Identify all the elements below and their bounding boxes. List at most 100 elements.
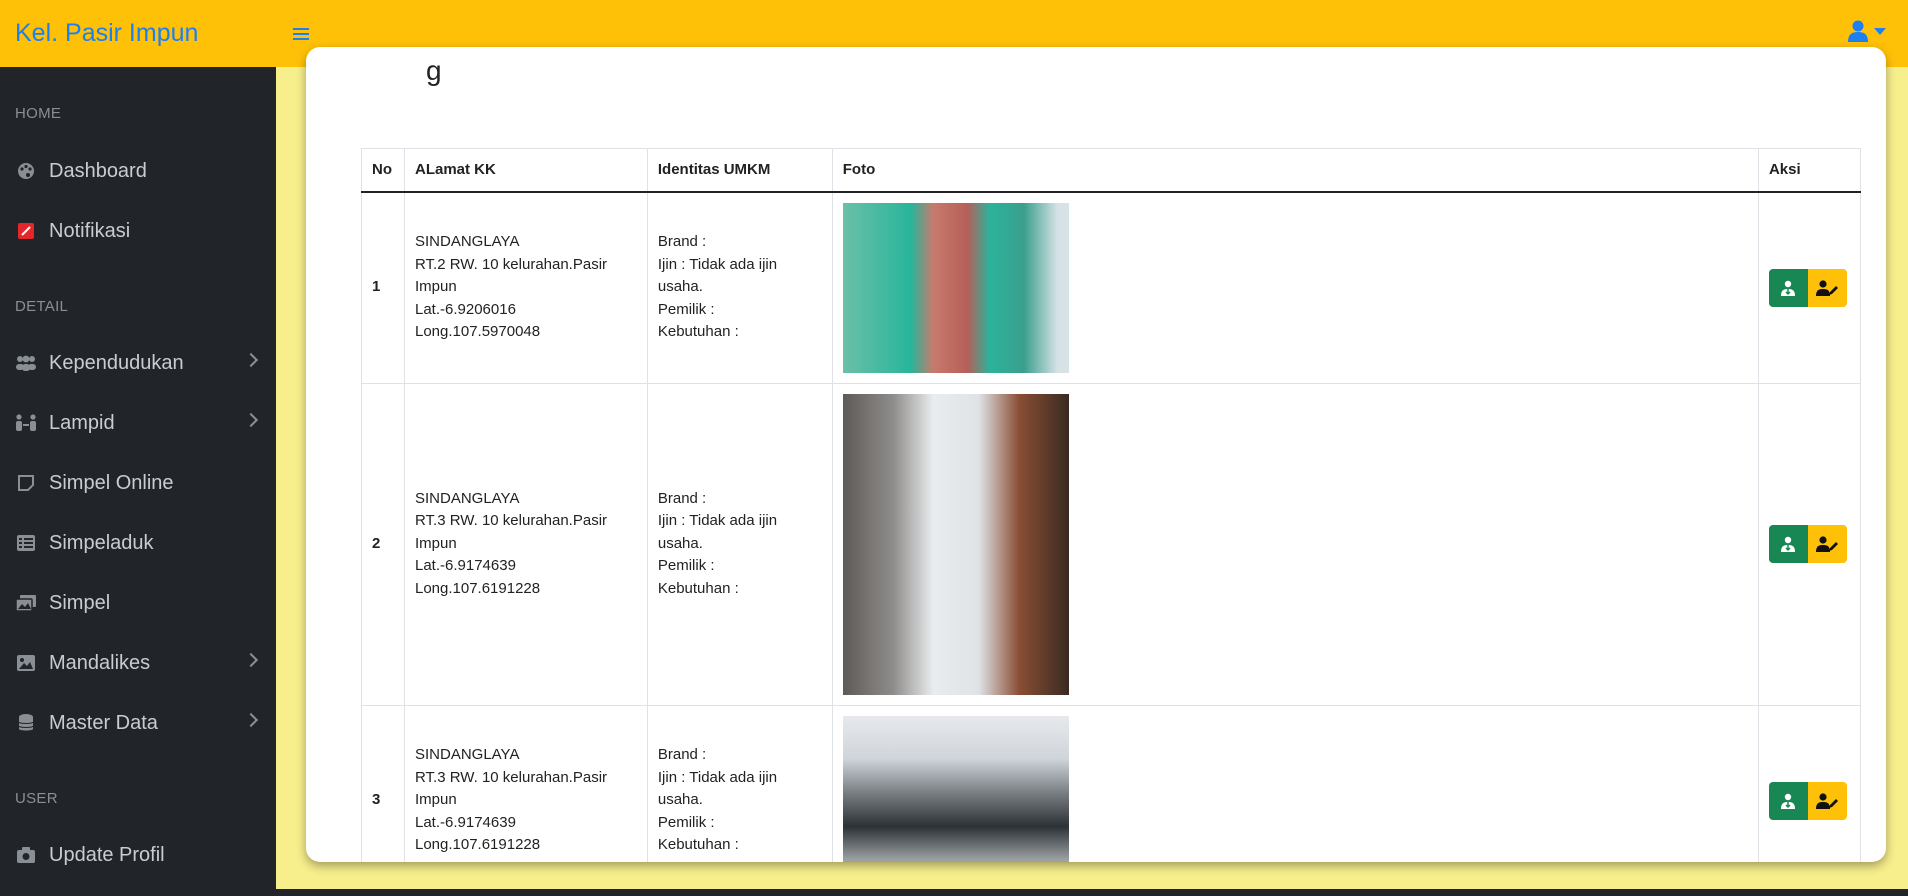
needs-line: Kebutuhan :	[657, 836, 739, 854]
identity-cell: Brand : Ijin : Tidak ada ijin usaha. Pem…	[646, 191, 833, 384]
permit-line-cont: usaha.	[657, 791, 703, 809]
sidebar-heading-user: USER	[15, 790, 58, 807]
database-icon	[15, 713, 37, 733]
brand-line: Brand :	[657, 746, 707, 764]
owner-line: Pemilik :	[657, 557, 715, 575]
identity-cell: Brand : Ijin : Tidak ada ijin usaha. Pem…	[646, 704, 833, 862]
latitude: Lat.-6.9206016	[414, 300, 516, 318]
brand-title[interactable]: Kel. Pasir Impun	[0, 19, 276, 48]
sidebar-item-update-profil[interactable]: Update Profil	[0, 831, 276, 879]
footer-strip	[276, 889, 1908, 896]
download-button[interactable]	[1768, 268, 1808, 307]
people-arrows-icon	[15, 413, 37, 433]
photo-cell	[831, 704, 1759, 862]
list-icon	[15, 533, 37, 553]
sidebar-item-lampid[interactable]: Lampid	[0, 399, 276, 447]
umkm-photo[interactable]	[842, 202, 1069, 373]
notification-icon	[15, 221, 37, 241]
column-header-no[interactable]: No	[361, 148, 405, 193]
sidebar-item-label: Simpel Online	[49, 471, 174, 494]
row-number: 2	[361, 382, 405, 706]
needs-line: Kebutuhan :	[657, 323, 739, 341]
sidebar-heading-detail: DETAIL	[15, 298, 69, 315]
download-button[interactable]	[1768, 781, 1808, 820]
permit-line-cont: usaha.	[657, 534, 703, 552]
sidebar-item-notifikasi[interactable]: Notifikasi	[0, 207, 276, 255]
permit-line: Ijin : Tidak ada ijin	[657, 768, 778, 786]
edit-button[interactable]	[1807, 268, 1847, 307]
identity-cell: Brand : Ijin : Tidak ada ijin usaha. Pem…	[646, 382, 833, 706]
chevron-right-icon	[243, 412, 259, 428]
umkm-table: No ALamat KK Identitas UMKM Foto Aksi 1 …	[361, 148, 1862, 862]
actions-cell	[1757, 704, 1862, 862]
photo-cell	[831, 191, 1759, 384]
permit-line-cont: usaha.	[657, 278, 703, 296]
user-edit-icon	[1816, 792, 1839, 809]
user-edit-icon	[1816, 536, 1839, 552]
permit-line: Ijin : Tidak ada ijin	[657, 512, 778, 530]
column-header-aksi[interactable]: Aksi	[1757, 148, 1862, 193]
sidebar-item-label: Kependudukan	[49, 351, 184, 374]
note-icon	[15, 473, 37, 493]
download-button[interactable]	[1768, 525, 1808, 563]
latitude: Lat.-6.9174639	[414, 813, 516, 831]
address-line: RT.2 RW. 10 kelurahan.Pasir	[414, 255, 608, 273]
sidebar-heading-home: HOME	[15, 105, 62, 122]
sidebar-item-label: Notifikasi	[49, 219, 131, 242]
brand-line: Brand :	[657, 233, 707, 251]
sidebar-item-label: Simpeladuk	[49, 531, 154, 554]
permit-line: Ijin : Tidak ada ijin	[657, 255, 778, 273]
user-edit-icon	[1816, 279, 1839, 296]
owner-line: Pemilik :	[657, 813, 715, 831]
card-title-partial: g	[426, 55, 442, 86]
sidebar-item-simpel-online[interactable]: Simpel Online	[0, 459, 276, 507]
owner-line: Pemilik :	[657, 300, 715, 318]
address-line: SINDANGLAYA	[414, 746, 520, 764]
umkm-photo[interactable]	[842, 393, 1069, 695]
user-download-icon	[1781, 280, 1796, 296]
column-header-alamat[interactable]: ALamat KK	[403, 148, 648, 193]
row-number: 3	[361, 704, 405, 862]
longitude: Long.107.6191228	[414, 579, 541, 597]
sidebar-item-simpeladuk[interactable]: Simpeladuk	[0, 519, 276, 567]
edit-button[interactable]	[1807, 781, 1847, 820]
edit-button[interactable]	[1807, 525, 1847, 563]
sidebar-item-dashboard[interactable]: Dashboard	[0, 147, 276, 195]
sidebar-item-label: Master Data	[49, 711, 158, 734]
address-line: RT.3 RW. 10 kelurahan.Pasir	[414, 512, 608, 530]
chevron-right-icon	[243, 712, 259, 728]
sidebar-item-label: Update Profil	[49, 843, 165, 866]
sidebar-item-label: Mandalikes	[49, 651, 151, 674]
table-row: 1 SINDANGLAYA RT.2 RW. 10 kelurahan.Pasi…	[361, 191, 1862, 384]
umkm-card: g No ALamat KK Identitas UMKM Foto Aksi …	[306, 47, 1886, 862]
needs-line: Kebutuhan :	[657, 579, 739, 597]
images-icon	[15, 593, 37, 613]
column-header-identitas[interactable]: Identitas UMKM	[646, 148, 833, 193]
actions-cell	[1757, 191, 1862, 384]
action-button-group	[1768, 525, 1850, 563]
address-line: RT.3 RW. 10 kelurahan.Pasir	[414, 768, 608, 786]
sidebar-item-master-data[interactable]: Master Data	[0, 699, 276, 747]
address-line: SINDANGLAYA	[414, 489, 520, 507]
user-menu-dropdown[interactable]	[1848, 20, 1886, 42]
hamburger-icon	[293, 27, 309, 40]
sidebar-item-simpel[interactable]: Simpel	[0, 579, 276, 627]
palette-icon	[15, 161, 37, 181]
umkm-photo[interactable]	[842, 715, 1069, 862]
address-cell: SINDANGLAYA RT.2 RW. 10 kelurahan.Pasir …	[403, 191, 648, 384]
sidebar-item-label: Dashboard	[49, 159, 147, 182]
address-cell: SINDANGLAYA RT.3 RW. 10 kelurahan.Pasir …	[403, 704, 648, 862]
sidebar-item-label: Lampid	[49, 411, 115, 434]
latitude: Lat.-6.9174639	[414, 557, 516, 575]
address-cell: SINDANGLAYA RT.3 RW. 10 kelurahan.Pasir …	[403, 382, 648, 706]
sidebar-item-mandalikes[interactable]: Mandalikes	[0, 639, 276, 687]
sidebar-item-kependudukan[interactable]: Kependudukan	[0, 339, 276, 387]
table-row: 2 SINDANGLAYA RT.3 RW. 10 kelurahan.Pasi…	[361, 382, 1862, 706]
chevron-down-icon	[1874, 27, 1886, 35]
sidebar-toggle-button[interactable]	[286, 19, 316, 49]
column-header-foto[interactable]: Foto	[831, 148, 1759, 193]
camera-icon	[15, 845, 37, 865]
user-download-icon	[1781, 536, 1796, 552]
sidebar-item-label: Simpel	[49, 591, 111, 614]
address-line: Impun	[414, 791, 457, 809]
